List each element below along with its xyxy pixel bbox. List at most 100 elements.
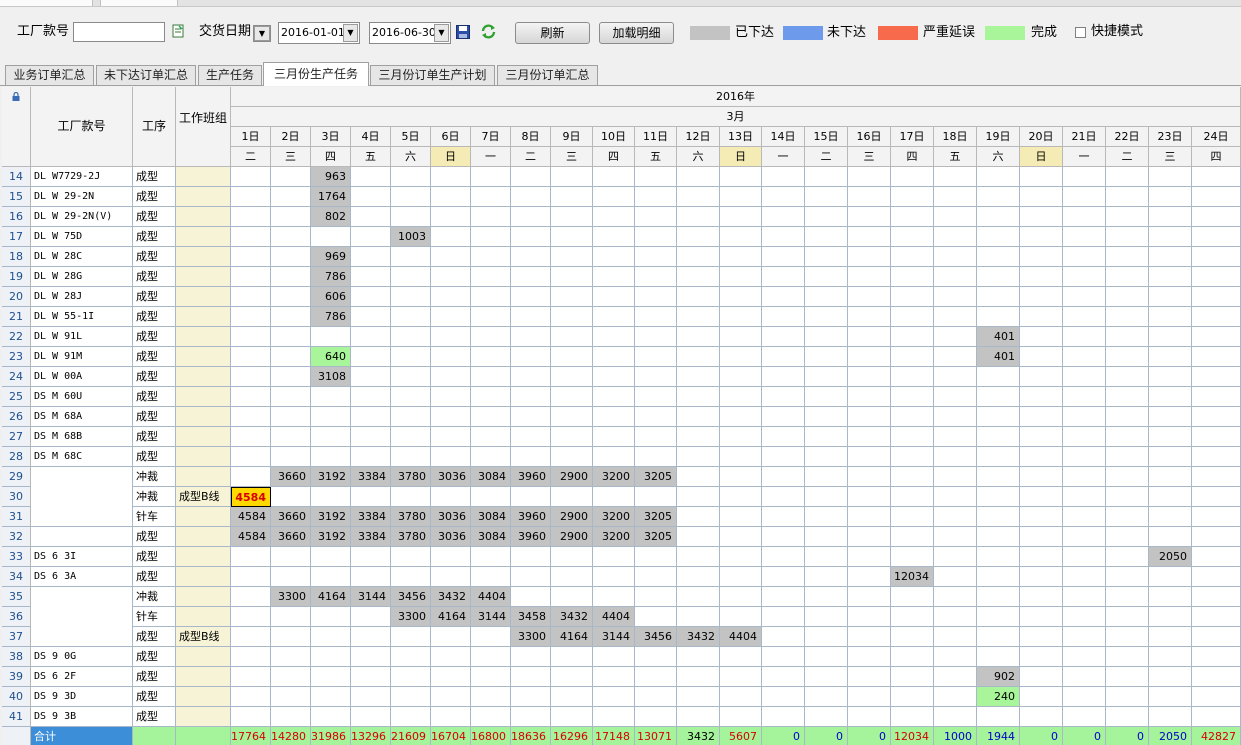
quantity-cell[interactable]: 2900 — [551, 527, 593, 547]
day-cell[interactable] — [1020, 647, 1063, 667]
team-cell[interactable] — [176, 467, 231, 487]
day-cell[interactable] — [271, 187, 311, 207]
day-cell[interactable] — [977, 487, 1020, 507]
day-cell[interactable] — [1020, 347, 1063, 367]
day-cell[interactable] — [1192, 247, 1241, 267]
day-cell[interactable] — [311, 487, 351, 507]
day-cell[interactable] — [351, 687, 391, 707]
day-cell[interactable] — [977, 187, 1020, 207]
day-cell[interactable] — [1149, 267, 1192, 287]
day-cell[interactable] — [1149, 407, 1192, 427]
day-cell[interactable] — [1063, 267, 1106, 287]
day-cell[interactable] — [720, 527, 762, 547]
day-cell[interactable] — [351, 247, 391, 267]
day-cell[interactable] — [805, 227, 848, 247]
day-cell[interactable] — [762, 267, 805, 287]
day-cell[interactable] — [511, 207, 551, 227]
quantity-cell[interactable]: 3200 — [593, 507, 635, 527]
day-cell[interactable] — [391, 407, 431, 427]
day-cell[interactable] — [391, 247, 431, 267]
day-cell[interactable] — [762, 487, 805, 507]
day-cell[interactable] — [977, 507, 1020, 527]
day-cell[interactable] — [231, 287, 271, 307]
day-cell[interactable] — [891, 527, 934, 547]
day-cell[interactable] — [1192, 627, 1241, 647]
day-cell[interactable] — [677, 267, 720, 287]
factory-no-cell[interactable]: DS 6 3I — [31, 547, 133, 567]
day-cell[interactable] — [311, 327, 351, 347]
quantity-cell[interactable]: 3384 — [351, 527, 391, 547]
day-cell[interactable] — [1192, 607, 1241, 627]
day-cell[interactable] — [1149, 187, 1192, 207]
quantity-cell[interactable]: 3456 — [391, 587, 431, 607]
day-cell[interactable] — [391, 667, 431, 687]
day-cell[interactable] — [677, 667, 720, 687]
tab-march-order-summary[interactable]: 三月份订单汇总 — [497, 65, 598, 85]
day-cell[interactable] — [511, 567, 551, 587]
factory-no-cell[interactable]: DL W 28G — [31, 267, 133, 287]
day-cell[interactable] — [977, 627, 1020, 647]
day-cell[interactable] — [231, 567, 271, 587]
day-cell[interactable] — [351, 187, 391, 207]
day-cell[interactable] — [511, 347, 551, 367]
day-cell[interactable] — [593, 367, 635, 387]
day-cell[interactable] — [271, 267, 311, 287]
day-cell[interactable] — [848, 527, 891, 547]
grid-corner[interactable] — [2, 87, 31, 167]
day-cell[interactable] — [1192, 387, 1241, 407]
day-cell[interactable] — [1149, 347, 1192, 367]
day-cell[interactable] — [271, 327, 311, 347]
day-cell[interactable] — [1020, 467, 1063, 487]
day-cell[interactable] — [511, 707, 551, 727]
day-cell[interactable] — [391, 307, 431, 327]
factory-no-cell[interactable]: DS 6 3A — [31, 567, 133, 587]
day-cell[interactable] — [231, 447, 271, 467]
process-cell[interactable]: 针车 — [133, 607, 176, 627]
day-cell[interactable] — [1192, 687, 1241, 707]
process-cell[interactable]: 成型 — [133, 407, 176, 427]
day-cell[interactable] — [1106, 407, 1149, 427]
day-cell[interactable] — [551, 707, 593, 727]
process-cell[interactable]: 冲裁 — [133, 587, 176, 607]
day-cell[interactable] — [1063, 687, 1106, 707]
day-cell[interactable] — [231, 647, 271, 667]
day-cell[interactable] — [635, 247, 677, 267]
quantity-cell[interactable]: 3108 — [311, 367, 351, 387]
day-cell[interactable] — [271, 287, 311, 307]
day-cell[interactable] — [1020, 687, 1063, 707]
quantity-cell[interactable]: 3384 — [351, 467, 391, 487]
day-cell[interactable] — [1106, 707, 1149, 727]
factory-no-cell[interactable]: DL W 29-2N(V) — [31, 207, 133, 227]
day-cell[interactable] — [431, 287, 471, 307]
day-cell[interactable] — [551, 587, 593, 607]
day-cell[interactable] — [891, 487, 934, 507]
day-cell[interactable] — [391, 267, 431, 287]
day-cell[interactable] — [635, 647, 677, 667]
day-cell[interactable] — [593, 327, 635, 347]
day-cell[interactable] — [471, 647, 511, 667]
day-cell[interactable] — [1106, 687, 1149, 707]
process-cell[interactable]: 成型 — [133, 627, 176, 647]
day-cell[interactable] — [720, 407, 762, 427]
day-cell[interactable] — [391, 487, 431, 507]
day-cell[interactable] — [720, 507, 762, 527]
day-cell[interactable] — [1020, 627, 1063, 647]
day-cell[interactable] — [1192, 167, 1241, 187]
day-cell[interactable] — [351, 407, 391, 427]
day-cell[interactable] — [351, 667, 391, 687]
day-cell[interactable] — [1020, 287, 1063, 307]
clear-filter-icon[interactable] — [172, 24, 185, 38]
day-cell[interactable] — [977, 407, 1020, 427]
day-cell[interactable] — [351, 307, 391, 327]
day-cell[interactable] — [1063, 627, 1106, 647]
day-cell[interactable] — [934, 427, 977, 447]
day-cell[interactable] — [1106, 507, 1149, 527]
day-cell[interactable] — [511, 387, 551, 407]
day-cell[interactable] — [934, 627, 977, 647]
day-cell[interactable] — [720, 567, 762, 587]
day-cell[interactable] — [635, 167, 677, 187]
quantity-cell[interactable]: 802 — [311, 207, 351, 227]
day-cell[interactable] — [391, 427, 431, 447]
day-cell[interactable] — [848, 187, 891, 207]
day-cell[interactable] — [351, 347, 391, 367]
